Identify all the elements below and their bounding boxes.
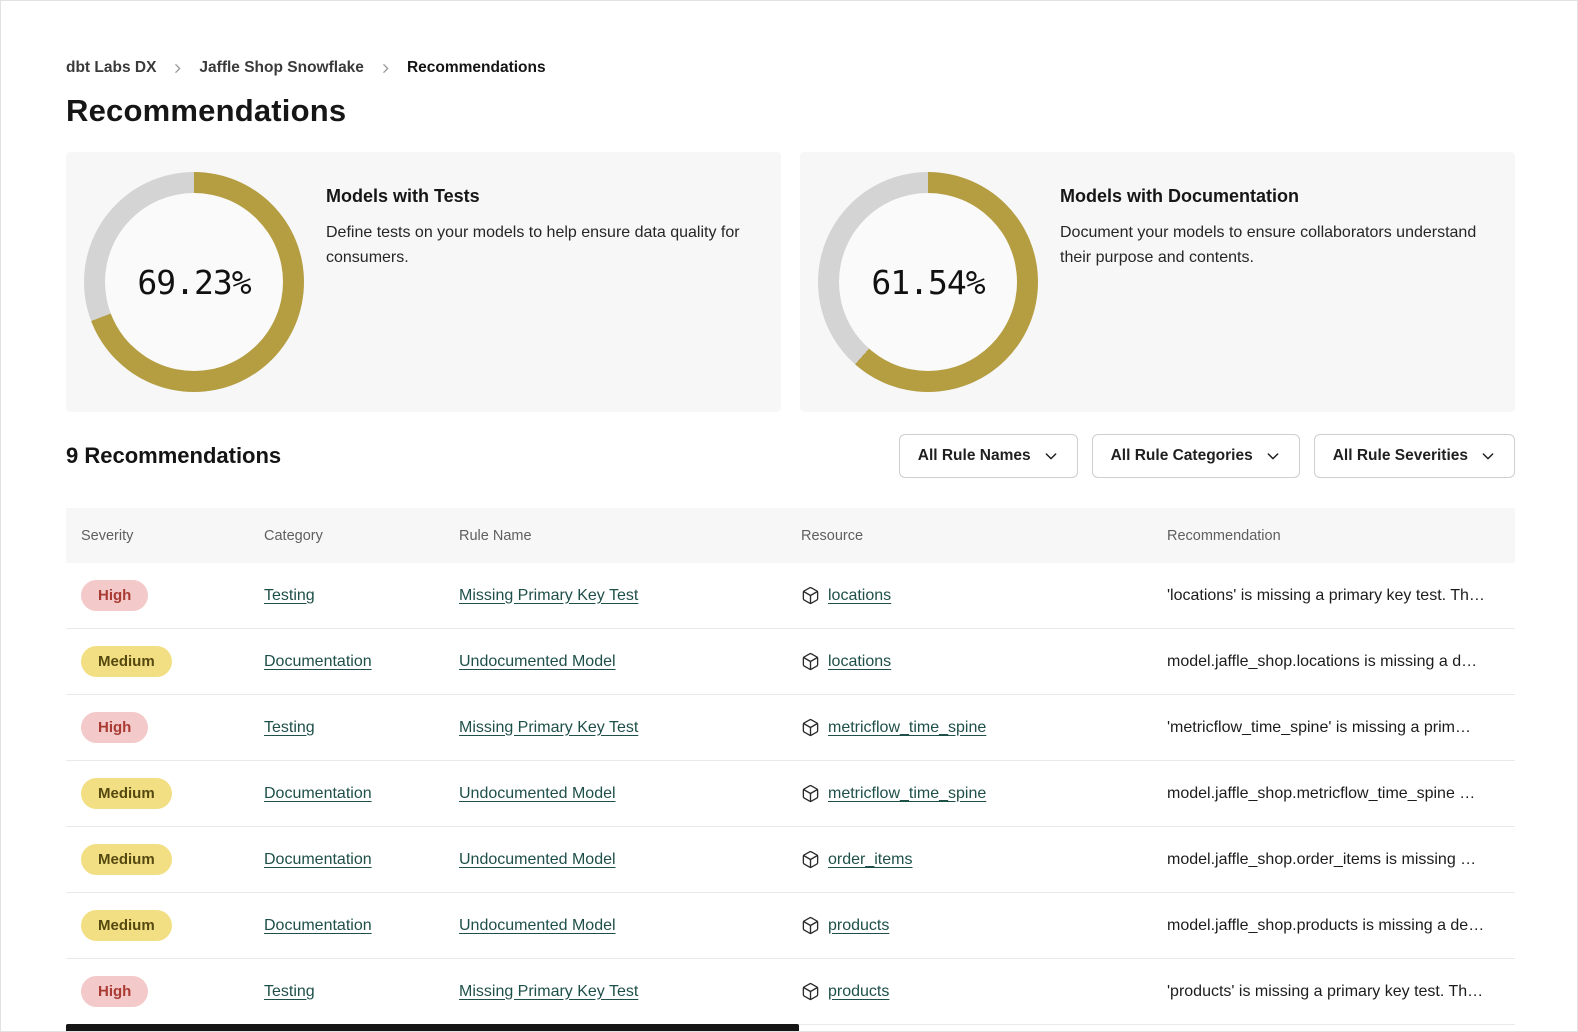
category-link[interactable]: Documentation [264, 917, 372, 934]
card-description: Document your models to ensure collabora… [1060, 221, 1485, 271]
card-description: Define tests on your models to help ensu… [326, 221, 751, 271]
recommendations-page: dbt Labs DX Jaffle Shop Snowflake Recomm… [0, 0, 1578, 1032]
category-link[interactable]: Testing [264, 983, 315, 1000]
rule-name-link[interactable]: Missing Primary Key Test [459, 587, 638, 604]
resource-link[interactable]: locations [828, 653, 891, 671]
resource-link[interactable]: metricflow_time_spine [828, 785, 986, 803]
page-title: Recommendations [66, 93, 1515, 129]
resource-link[interactable]: products [828, 983, 889, 1001]
rule-name-link[interactable]: Undocumented Model [459, 785, 616, 802]
stat-cards: 69.23% Models with Tests Define tests on… [66, 152, 1515, 412]
table-row: High Testing Missing Primary Key Test lo… [66, 563, 1515, 629]
header-cell-recommendation: Recommendation [1167, 528, 1515, 544]
table-row: Medium Documentation Undocumented Model … [66, 827, 1515, 893]
header-cell-category: Category [264, 528, 459, 544]
package-icon [801, 586, 820, 605]
recommendation-text: model.jaffle_shop.metricflow_time_spine … [1167, 785, 1515, 803]
filter-label: All Rule Categories [1111, 447, 1253, 465]
header-cell-resource: Resource [801, 528, 1167, 544]
package-icon [801, 652, 820, 671]
breadcrumb-item-account[interactable]: dbt Labs DX [66, 59, 156, 77]
category-link[interactable]: Documentation [264, 653, 372, 670]
table-row: Medium Documentation Undocumented Model … [66, 761, 1515, 827]
filter-label: All Rule Severities [1333, 447, 1468, 465]
table-row: Medium Documentation Undocumented Model … [66, 893, 1515, 959]
rule-names-filter[interactable]: All Rule Names [899, 434, 1078, 478]
package-icon [801, 718, 820, 737]
severity-badge: Medium [81, 844, 172, 875]
partially-visible-element [66, 1024, 799, 1031]
recommendations-count: 9 Recommendations [66, 443, 281, 469]
resource-link[interactable]: locations [828, 587, 891, 605]
tests-donut-chart: 69.23% [84, 172, 304, 392]
recommendation-text: 'locations' is missing a primary key tes… [1167, 587, 1515, 605]
table-row: High Testing Missing Primary Key Test pr… [66, 959, 1515, 1025]
severity-badge: Medium [81, 778, 172, 809]
severity-badge: High [81, 976, 148, 1007]
table-body: High Testing Missing Primary Key Test lo… [66, 563, 1515, 1025]
models-with-documentation-card: 61.54% Models with Documentation Documen… [800, 152, 1515, 412]
breadcrumb: dbt Labs DX Jaffle Shop Snowflake Recomm… [66, 1, 1515, 77]
chevron-down-icon [1265, 448, 1281, 464]
rule-name-link[interactable]: Undocumented Model [459, 653, 616, 670]
resource-link[interactable]: metricflow_time_spine [828, 719, 986, 737]
recommendation-text: 'metricflow_time_spine' is missing a pri… [1167, 719, 1515, 737]
card-title: Models with Documentation [1060, 186, 1485, 207]
category-link[interactable]: Documentation [264, 851, 372, 868]
filter-label: All Rule Names [918, 447, 1031, 465]
filters: All Rule Names All Rule Categories All R… [899, 434, 1515, 478]
package-icon [801, 850, 820, 869]
donut-hole: 69.23% [105, 193, 283, 371]
severity-badge: Medium [81, 646, 172, 677]
documentation-percentage: 61.54% [871, 263, 984, 302]
chevron-down-icon [1480, 448, 1496, 464]
chevron-right-icon [379, 62, 392, 75]
documentation-donut-chart: 61.54% [818, 172, 1038, 392]
tests-percentage: 69.23% [137, 263, 250, 302]
models-with-tests-card: 69.23% Models with Tests Define tests on… [66, 152, 781, 412]
severity-badge: Medium [81, 910, 172, 941]
package-icon [801, 916, 820, 935]
donut-hole: 61.54% [839, 193, 1017, 371]
list-toolbar: 9 Recommendations All Rule Names All Rul… [66, 434, 1515, 478]
rule-name-link[interactable]: Missing Primary Key Test [459, 983, 638, 1000]
chevron-down-icon [1043, 448, 1059, 464]
header-cell-rule-name: Rule Name [459, 528, 801, 544]
rule-name-link[interactable]: Missing Primary Key Test [459, 719, 638, 736]
breadcrumb-item-current: Recommendations [407, 59, 546, 77]
severity-badge: High [81, 712, 148, 743]
rule-name-link[interactable]: Undocumented Model [459, 851, 616, 868]
severity-badge: High [81, 580, 148, 611]
package-icon [801, 982, 820, 1001]
rule-name-link[interactable]: Undocumented Model [459, 917, 616, 934]
table-row: High Testing Missing Primary Key Test me… [66, 695, 1515, 761]
category-link[interactable]: Testing [264, 719, 315, 736]
recommendation-text: model.jaffle_shop.order_items is missing… [1167, 851, 1515, 869]
category-link[interactable]: Documentation [264, 785, 372, 802]
breadcrumb-item-project[interactable]: Jaffle Shop Snowflake [199, 59, 364, 77]
header-cell-severity: Severity [81, 528, 264, 544]
table-row: Medium Documentation Undocumented Model … [66, 629, 1515, 695]
recommendations-table: Severity Category Rule Name Resource Rec… [66, 508, 1515, 1025]
card-title: Models with Tests [326, 186, 751, 207]
resource-link[interactable]: products [828, 917, 889, 935]
recommendation-text: 'products' is missing a primary key test… [1167, 983, 1515, 1001]
category-link[interactable]: Testing [264, 587, 315, 604]
chevron-right-icon [171, 62, 184, 75]
table-header: Severity Category Rule Name Resource Rec… [66, 508, 1515, 563]
rule-severities-filter[interactable]: All Rule Severities [1314, 434, 1515, 478]
recommendation-text: model.jaffle_shop.products is missing a … [1167, 917, 1515, 935]
package-icon [801, 784, 820, 803]
rule-categories-filter[interactable]: All Rule Categories [1092, 434, 1300, 478]
recommendation-text: model.jaffle_shop.locations is missing a… [1167, 653, 1515, 671]
resource-link[interactable]: order_items [828, 851, 912, 869]
